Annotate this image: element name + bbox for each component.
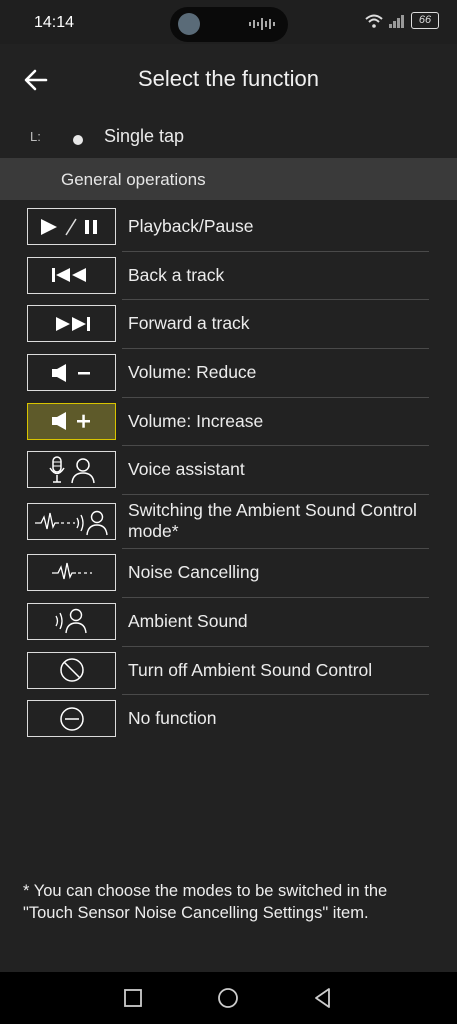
volume-up-icon xyxy=(27,402,116,440)
dynamic-island xyxy=(170,7,288,42)
list-item-no-function[interactable]: No function xyxy=(0,695,457,744)
item-label: Volume: Reduce xyxy=(128,362,257,383)
list-item-back-track[interactable]: Back a track xyxy=(0,252,457,301)
function-list: Playback/Pause Back a track Forward a tr… xyxy=(0,203,457,744)
previous-track-icon xyxy=(27,256,116,294)
section-header: General operations xyxy=(0,158,457,200)
system-nav-bar xyxy=(0,972,457,1024)
item-label: Back a track xyxy=(128,264,225,285)
ambient-switch-icon xyxy=(27,503,116,541)
signal-icon xyxy=(389,14,404,28)
list-item-forward-track[interactable]: Forward a track xyxy=(0,300,457,350)
item-label: Playback/Pause xyxy=(128,216,254,236)
wifi-icon xyxy=(365,14,383,28)
header: Select the function xyxy=(0,44,457,116)
list-item-voice-assistant[interactable]: Voice assistant xyxy=(0,446,457,496)
side-label: L: xyxy=(30,129,41,144)
item-label: Noise Cancelling xyxy=(128,562,260,583)
list-item-noise-cancelling[interactable]: Noise Cancelling xyxy=(0,549,457,598)
ambient-sound-icon xyxy=(27,602,116,640)
app-screen: Select the function L: Single tap Genera… xyxy=(0,44,457,972)
off-icon xyxy=(27,651,116,689)
status-bar: 14:14 66 xyxy=(0,0,457,44)
play-pause-icon xyxy=(27,208,116,245)
tap-type: Single tap xyxy=(104,126,185,146)
tap-selection: L: Single tap xyxy=(0,122,457,152)
list-item-playback-pause[interactable]: Playback/Pause xyxy=(0,203,457,252)
audio-wave-icon xyxy=(249,18,275,30)
section-title: General operations xyxy=(61,170,206,189)
item-label: Volume: Increase xyxy=(128,410,264,431)
media-thumbnail xyxy=(178,13,200,35)
footnote: * You can choose the modes to be switche… xyxy=(23,882,388,922)
list-item-volume-reduce[interactable]: Volume: Reduce xyxy=(0,349,457,398)
bullet-icon xyxy=(73,135,83,145)
page-title: Select the function xyxy=(137,66,319,91)
recents-button-icon[interactable] xyxy=(121,986,145,1010)
next-track-icon xyxy=(27,305,116,343)
item-label: Ambient Sound xyxy=(128,610,248,631)
item-label: Turn off Ambient Sound Control xyxy=(128,659,373,680)
battery-indicator: 66 xyxy=(411,12,439,29)
volume-down-icon xyxy=(27,354,116,392)
back-button-icon[interactable] xyxy=(311,986,335,1010)
item-label: Forward a track xyxy=(128,313,250,334)
list-item-turn-off-ambient[interactable]: Turn off Ambient Sound Control xyxy=(0,647,457,696)
no-function-icon xyxy=(27,700,116,738)
voice-assistant-icon xyxy=(27,451,116,489)
noise-cancelling-icon xyxy=(27,554,116,592)
list-item-ambient-sound[interactable]: Ambient Sound xyxy=(0,598,457,647)
status-time: 14:14 xyxy=(34,14,75,31)
item-label: Voice assistant xyxy=(128,459,245,480)
list-item-switch-ambient-mode[interactable]: Switching the Ambient Sound Control mode… xyxy=(0,495,457,550)
home-button-icon[interactable] xyxy=(216,986,240,1010)
item-label: No function xyxy=(128,708,217,729)
item-label: Switching the Ambient Sound Control mode… xyxy=(128,500,417,542)
list-item-volume-increase[interactable]: Volume: Increase xyxy=(0,398,457,447)
